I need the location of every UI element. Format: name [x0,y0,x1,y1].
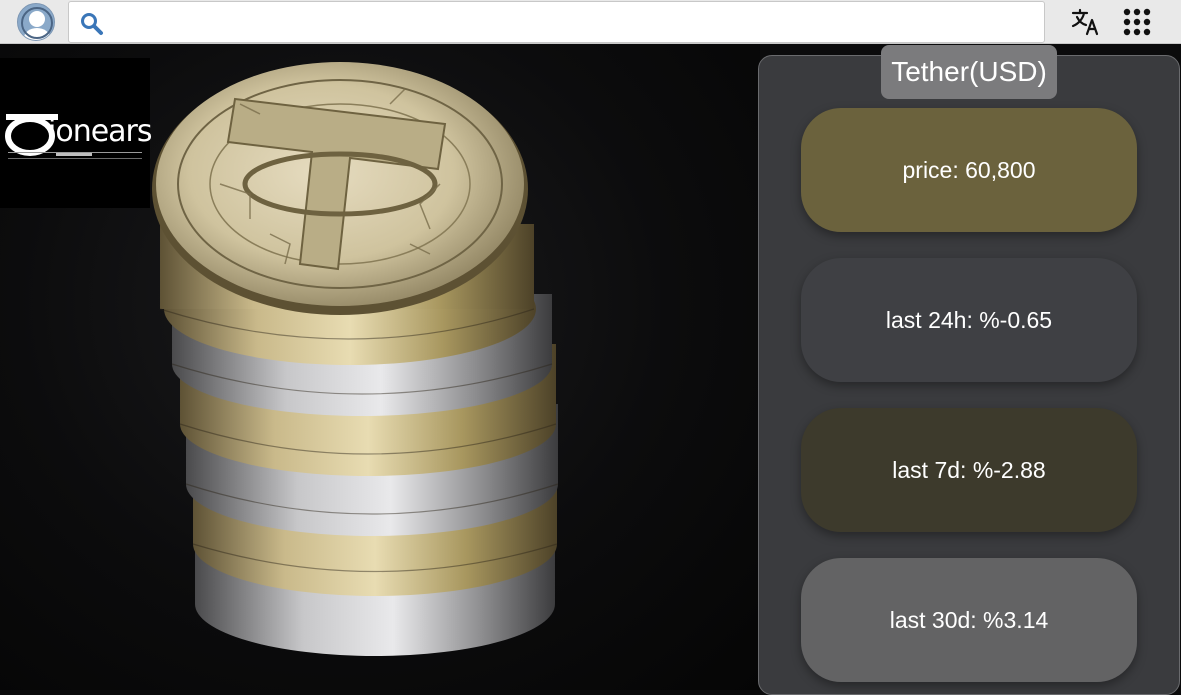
search-input[interactable] [111,8,1035,38]
brand-logo[interactable]: ionears [0,58,153,208]
change-7d-card[interactable]: last 7d: %-2.88 [801,408,1137,532]
logo-tagline-mark [56,153,92,156]
price-card[interactable]: price: 60,800 [801,108,1137,232]
avatar-icon [18,4,54,40]
search-bar [68,1,1045,43]
apps-grid-icon[interactable] [1122,7,1152,37]
panel-title: Tether(USD) [881,45,1057,99]
change-30d-card[interactable]: last 30d: %3.14 [801,558,1137,682]
logo-divider [8,158,142,159]
change-24h-card[interactable]: last 24h: %-0.65 [801,258,1137,382]
translate-icon[interactable] [1070,6,1102,38]
top-bar [0,0,1181,44]
search-icon[interactable] [79,11,105,37]
hero-image: ionears [0,44,760,690]
logo-divider [8,152,142,153]
logo-text: ionears [48,114,153,149]
avatar[interactable] [17,3,55,41]
